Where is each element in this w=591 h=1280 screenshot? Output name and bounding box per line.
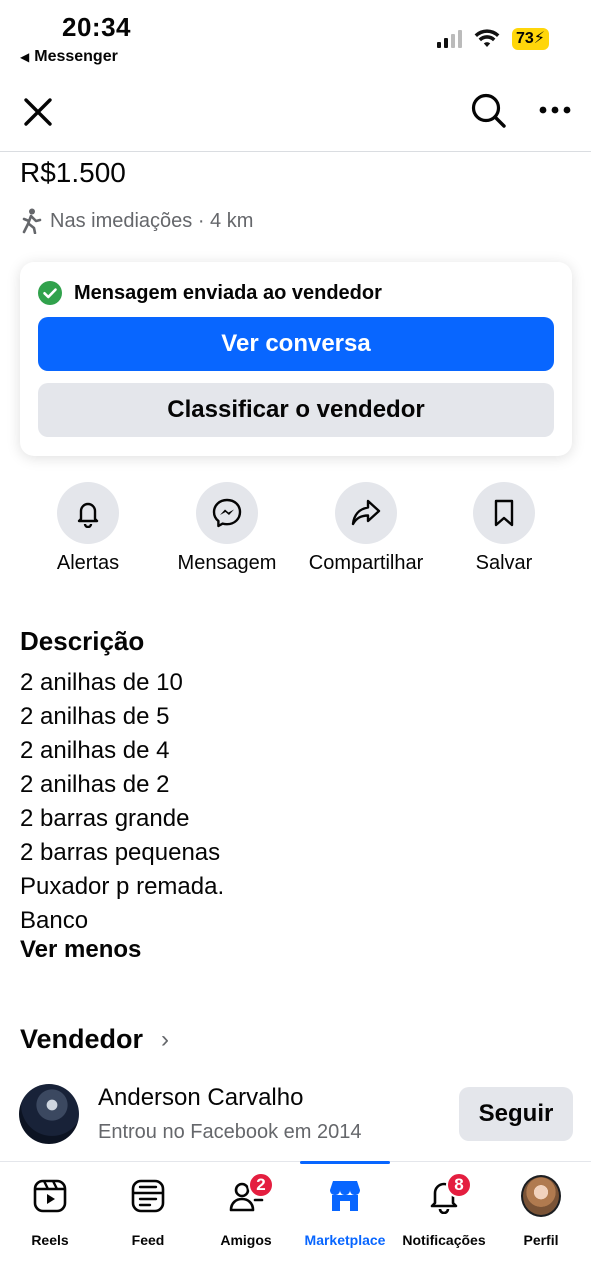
notifications-badge: 8 — [446, 1172, 472, 1198]
back-to-app-link[interactable]: ◀ Messenger — [20, 48, 118, 66]
profile-icon — [521, 1175, 561, 1217]
description-line: 2 anilhas de 2 — [20, 771, 170, 798]
tab-feed[interactable]: Feed — [98, 1176, 198, 1248]
top-navigation — [0, 80, 591, 152]
wifi-icon — [474, 29, 500, 47]
alerts-button[interactable] — [57, 482, 119, 544]
status-bar: 20:34 ◀ Messenger 73⚡ — [0, 0, 591, 78]
rate-seller-button[interactable]: Classificar o vendedor — [38, 383, 554, 437]
walking-icon — [22, 208, 42, 234]
chevron-right-icon: › — [161, 1025, 170, 1053]
description-line: 2 anilhas de 10 — [20, 669, 183, 696]
active-tab-indicator — [300, 1161, 390, 1164]
save-action[interactable]: Salvar — [434, 482, 574, 575]
save-label: Salvar — [475, 552, 533, 574]
listing-price: R$1.500 — [20, 157, 126, 188]
charging-bolt-icon: ⚡ — [533, 30, 545, 47]
description-line: 2 barras grande — [20, 805, 190, 832]
tab-profile-label: Perfil — [523, 1232, 559, 1248]
tab-marketplace[interactable]: Marketplace — [295, 1176, 395, 1248]
battery-indicator: 73⚡ — [511, 28, 549, 50]
share-action[interactable]: Compartilhar — [296, 482, 436, 575]
more-icon[interactable] — [538, 100, 572, 120]
close-icon[interactable] — [20, 94, 56, 130]
messenger-icon — [212, 498, 242, 528]
reels-icon — [33, 1179, 67, 1213]
tab-notifications-label: Notificações — [402, 1232, 486, 1248]
distance-text: Nas imediações · 4 km — [50, 209, 254, 232]
tab-marketplace-label: Marketplace — [304, 1232, 386, 1248]
seller-section-title: Vendedor — [20, 1024, 144, 1054]
back-triangle-icon: ◀ — [20, 50, 30, 64]
tab-friends[interactable]: 2 Amigos — [196, 1172, 296, 1248]
description-text: 2 anilhas de 10 2 anilhas de 5 2 anilhas… — [20, 666, 224, 938]
tab-profile[interactable]: Perfil — [491, 1175, 591, 1248]
seller-joined-date: Entrou no Facebook em 2014 — [98, 1121, 362, 1143]
save-button[interactable] — [473, 482, 535, 544]
friends-badge: 2 — [248, 1172, 274, 1198]
tab-friends-label: Amigos — [220, 1232, 272, 1248]
bookmark-icon — [494, 499, 514, 527]
seller-avatar[interactable] — [19, 1084, 79, 1144]
share-label: Compartilhar — [308, 552, 424, 574]
follow-button[interactable]: Seguir — [459, 1087, 573, 1141]
feed-icon — [131, 1179, 165, 1213]
tab-reels-label: Reels — [31, 1232, 69, 1248]
seller-section-header[interactable]: Vendedor › — [20, 1024, 169, 1055]
description-line: 2 anilhas de 5 — [20, 703, 170, 730]
search-icon[interactable] — [470, 92, 508, 130]
marketplace-icon — [330, 1181, 360, 1211]
tab-reels[interactable]: Reels — [0, 1176, 100, 1248]
cellular-signal-icon — [436, 30, 462, 48]
description-line: Banco — [20, 907, 89, 934]
share-icon — [351, 499, 381, 526]
description-line: 2 barras pequenas — [20, 839, 221, 866]
share-button[interactable] — [335, 482, 397, 544]
message-label: Mensagem — [177, 552, 277, 574]
message-sent-card: Mensagem enviada ao vendedor Ver convers… — [20, 262, 572, 456]
status-indicators: 73⚡ — [436, 28, 549, 50]
bottom-tab-bar: Reels Feed 2 Amigos Marketplace 8 Notifi… — [0, 1161, 591, 1280]
message-button[interactable] — [196, 482, 258, 544]
status-time: 20:34 — [62, 12, 131, 42]
description-line: Puxador p remada. — [20, 873, 225, 900]
listing-distance: Nas imediações · 4 km — [20, 208, 253, 234]
seller-name[interactable]: Anderson Carvalho — [98, 1084, 303, 1112]
alerts-label: Alertas — [56, 552, 120, 574]
back-app-label: Messenger — [34, 48, 118, 65]
message-status-row: Mensagem enviada ao vendedor — [38, 281, 382, 305]
description-line: 2 anilhas de 4 — [20, 737, 170, 764]
see-less-link[interactable]: Ver menos — [20, 936, 141, 964]
tab-notifications[interactable]: 8 Notificações — [394, 1172, 494, 1248]
alerts-action[interactable]: Alertas — [18, 482, 158, 575]
check-circle-icon — [38, 281, 62, 305]
listing-actions: Alertas Mensagem Compartilhar Salvar — [0, 482, 591, 582]
message-status-text: Mensagem enviada ao vendedor — [74, 281, 382, 304]
tab-feed-label: Feed — [131, 1232, 165, 1248]
view-conversation-button[interactable]: Ver conversa — [38, 317, 554, 371]
bell-icon — [77, 502, 99, 528]
description-title: Descrição — [20, 626, 145, 656]
message-action[interactable]: Mensagem — [157, 482, 297, 575]
battery-level: 73 — [515, 30, 534, 47]
